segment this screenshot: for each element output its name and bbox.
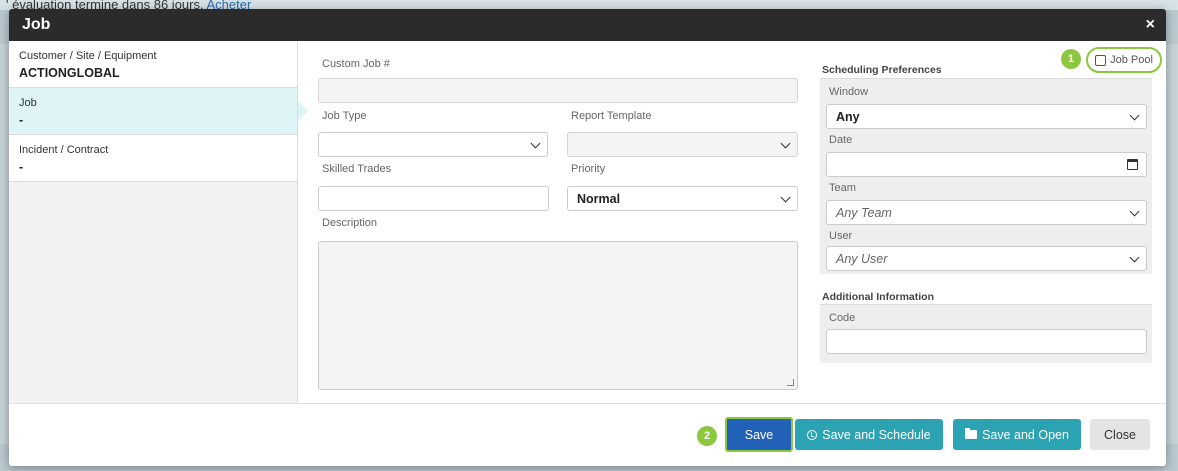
custom-job-label: Custom Job # bbox=[322, 58, 390, 70]
step-badge-2: 2 bbox=[697, 426, 717, 446]
job-pool-checkbox[interactable] bbox=[1095, 54, 1107, 66]
close-button[interactable]: Close bbox=[1090, 419, 1150, 450]
report-template-select[interactable] bbox=[567, 132, 798, 157]
job-pool-label: Job Pool bbox=[1110, 54, 1153, 66]
resize-handle-icon[interactable] bbox=[787, 379, 794, 386]
user-label: User bbox=[829, 230, 853, 242]
window-label: Window bbox=[829, 86, 869, 98]
modal-footer: 2 Save Save and Schedule Save and Open C… bbox=[9, 403, 1166, 466]
date-label: Date bbox=[829, 134, 853, 146]
team-label: Team bbox=[829, 182, 856, 194]
description-label: Description bbox=[322, 217, 378, 229]
scheduling-panel: Window Any Date Team Any Team User Any U… bbox=[820, 79, 1152, 274]
priority-label: Priority bbox=[571, 163, 606, 175]
report-template-label: Report Template bbox=[571, 110, 652, 122]
user-placeholder: Any User bbox=[836, 251, 888, 266]
save-and-schedule-button[interactable]: Save and Schedule bbox=[795, 419, 943, 450]
nav-item-value: - bbox=[19, 160, 24, 174]
window-select[interactable]: Any bbox=[826, 104, 1147, 129]
chevron-down-icon bbox=[1129, 252, 1140, 263]
user-select[interactable]: Any User bbox=[826, 246, 1147, 271]
priority-value: Normal bbox=[577, 191, 621, 206]
close-icon[interactable]: × bbox=[1146, 16, 1155, 34]
nav-item-label: Job bbox=[19, 97, 37, 109]
nav-item-label: Incident / Contract bbox=[19, 144, 109, 156]
clock-icon bbox=[807, 429, 818, 440]
date-input[interactable] bbox=[826, 152, 1147, 177]
nav-item-value: ACTIONGLOBAL bbox=[19, 66, 120, 80]
skilled-trades-label: Skilled Trades bbox=[322, 163, 392, 175]
save-and-schedule-label: Save and Schedule bbox=[822, 427, 931, 442]
job-modal: Job × Customer / Site / Equipment ACTION… bbox=[9, 9, 1166, 466]
job-form: Custom Job # Job Type Report Template Sk… bbox=[298, 41, 1166, 405]
chevron-down-icon bbox=[1129, 206, 1140, 217]
additional-title: Additional Information bbox=[822, 291, 934, 303]
code-input[interactable] bbox=[826, 329, 1147, 354]
job-type-label: Job Type bbox=[322, 110, 367, 122]
team-select[interactable]: Any Team bbox=[826, 200, 1147, 225]
priority-select[interactable]: Normal bbox=[567, 186, 798, 211]
window-value: Any bbox=[836, 109, 860, 124]
step-badge-1: 1 bbox=[1061, 49, 1081, 69]
nav-item-label: Customer / Site / Equipment bbox=[19, 50, 157, 62]
calendar-icon[interactable] bbox=[1127, 159, 1138, 170]
chevron-down-icon bbox=[780, 192, 791, 203]
save-and-open-label: Save and Open bbox=[982, 427, 1069, 442]
folder-open-icon bbox=[965, 428, 978, 439]
description-textarea[interactable] bbox=[318, 241, 798, 390]
scheduling-title: Scheduling Preferences bbox=[822, 64, 942, 76]
chevron-down-icon bbox=[1129, 110, 1140, 121]
modal-title: Job bbox=[22, 16, 51, 33]
team-placeholder: Any Team bbox=[836, 205, 892, 220]
nav-item-value: - bbox=[19, 113, 24, 127]
nav-item-incident[interactable]: Incident / Contract - bbox=[9, 135, 297, 182]
save-and-open-button[interactable]: Save and Open bbox=[953, 419, 1081, 450]
modal-body: Customer / Site / Equipment ACTIONGLOBAL… bbox=[9, 41, 1166, 405]
skilled-trades-input[interactable] bbox=[318, 186, 549, 211]
nav-item-job[interactable]: Job - bbox=[9, 88, 308, 135]
chevron-down-icon bbox=[530, 138, 541, 149]
custom-job-input[interactable] bbox=[318, 78, 798, 103]
modal-header: Job × bbox=[9, 9, 1166, 41]
save-button[interactable]: Save bbox=[725, 417, 793, 452]
code-label: Code bbox=[829, 312, 856, 324]
additional-panel: Code bbox=[820, 305, 1152, 363]
job-type-select[interactable] bbox=[318, 132, 548, 157]
nav-item-customer[interactable]: Customer / Site / Equipment ACTIONGLOBAL bbox=[9, 41, 297, 88]
job-pool-toggle[interactable]: Job Pool bbox=[1086, 47, 1162, 73]
left-nav: Customer / Site / Equipment ACTIONGLOBAL… bbox=[9, 41, 308, 405]
chevron-down-icon bbox=[780, 138, 791, 149]
